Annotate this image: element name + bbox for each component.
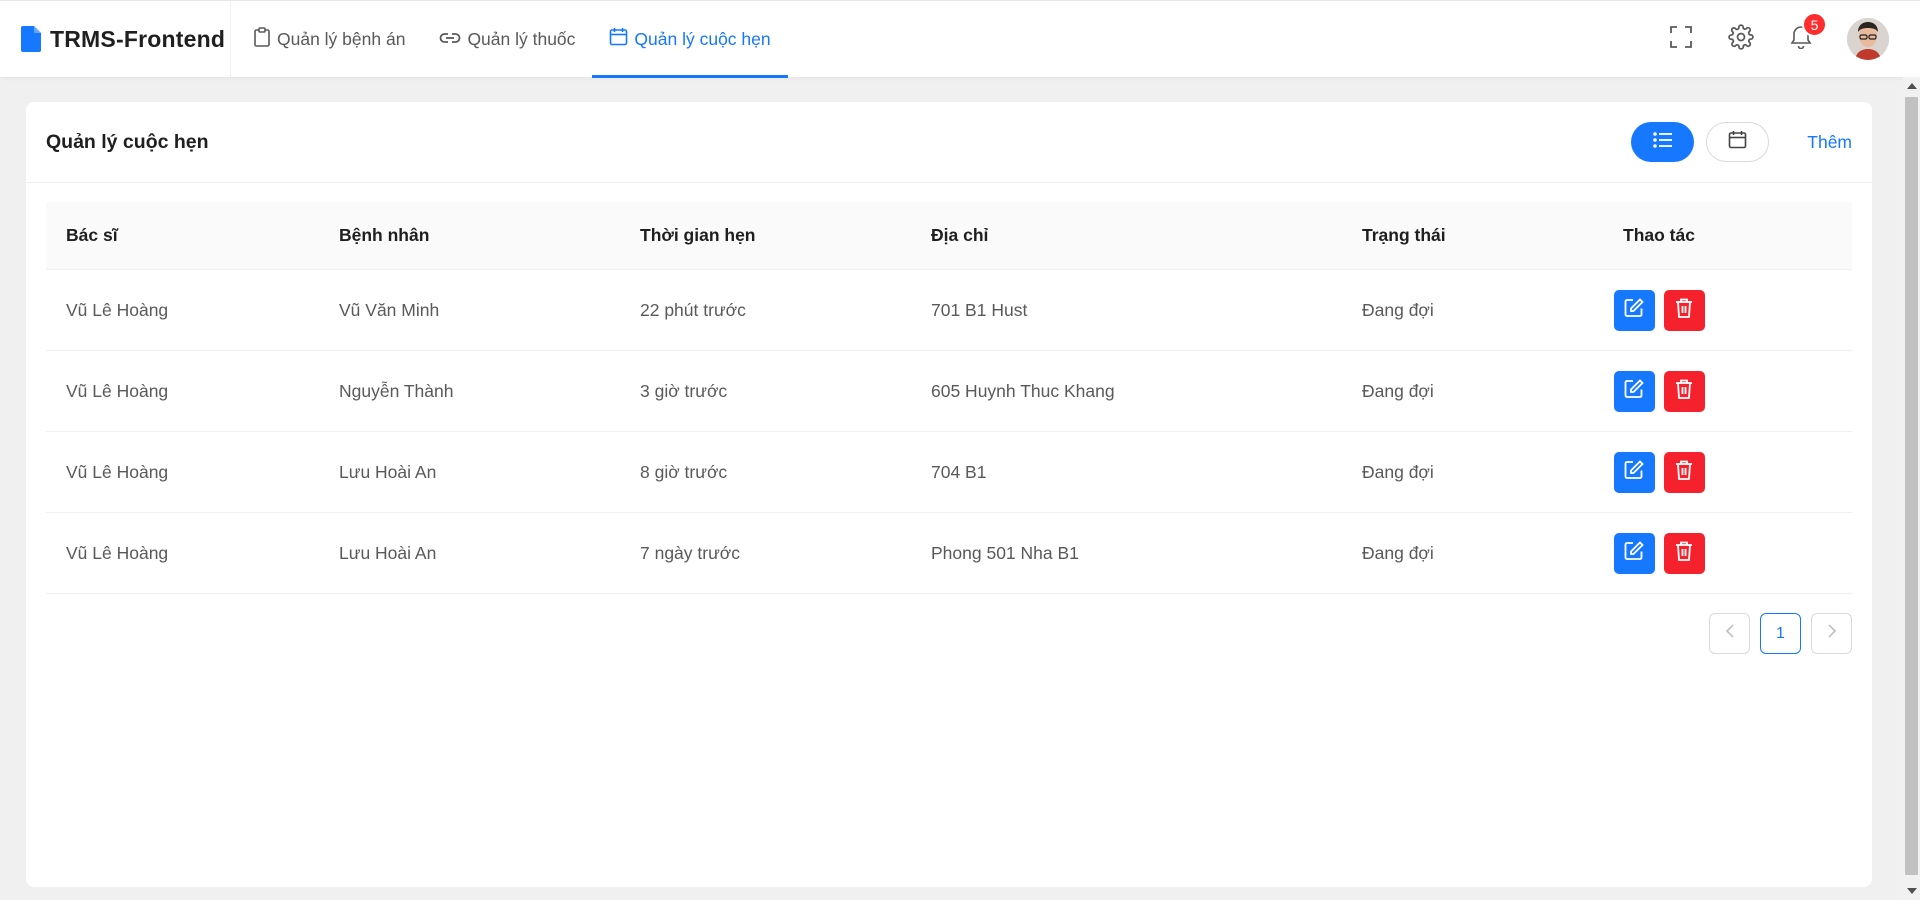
cell-address: 605 Huynh Thuc Khang [931,380,1115,401]
column-header-appointment-time[interactable]: Thời gian hẹn [620,225,911,246]
row-actions [1564,451,1754,493]
cell-time: 8 giờ trước [640,461,728,482]
list-view-button[interactable] [1631,122,1695,162]
cell-patient: Lưu Hoài An [339,461,437,482]
add-appointment-link[interactable]: Thêm [1807,132,1852,153]
trash-icon [1674,297,1694,324]
edit-button[interactable] [1613,451,1655,493]
calendar-view-button[interactable] [1706,122,1770,162]
pagination: 1 [1709,613,1852,654]
top-header: TRMS-Frontend Quản lý bệnh án Quản lý th… [0,0,1920,78]
card-header: Quản lý cuộc hẹn Thêm [26,102,1872,183]
header-actions: 5 [1641,1,1920,77]
edit-icon [1623,540,1645,567]
scroll-up-arrow-icon[interactable] [1907,83,1917,89]
trash-icon [1674,540,1694,567]
next-page-button[interactable] [1811,613,1852,654]
brand[interactable]: TRMS-Frontend [0,1,231,77]
column-header-doctor[interactable]: Bác sĩ [46,225,319,246]
cell-address: 704 B1 [931,461,987,482]
fullscreen-button[interactable] [1661,19,1701,59]
nav-item-label: Quản lý thuốc [467,28,576,49]
prev-page-button[interactable] [1709,613,1750,654]
calendar-icon [1728,130,1747,154]
cell-address: Phong 501 Nha B1 [931,542,1079,563]
cell-doctor: Vũ Lê Hoàng [66,542,169,563]
settings-button[interactable] [1721,19,1761,59]
chevron-right-icon [1827,624,1837,643]
edit-button[interactable] [1613,532,1655,574]
scrollbar-thumb[interactable] [1905,97,1918,875]
clipboard-icon [253,26,277,52]
delete-button[interactable] [1663,532,1705,574]
row-actions [1564,370,1754,412]
nav-item-label: Quản lý bệnh án [277,28,406,49]
cell-time: 22 phút trước [640,299,746,320]
row-actions [1564,289,1754,331]
column-header-patient[interactable]: Bệnh nhân [319,225,620,246]
cell-patient: Vũ Văn Minh [339,299,440,320]
app-title: TRMS-Frontend [50,25,226,52]
scroll-down-arrow-icon[interactable] [1907,888,1917,894]
cell-time: 3 giờ trước [640,380,728,401]
notification-badge: 5 [1802,12,1827,37]
nav-item-medicine[interactable]: Quản lý thuốc [422,1,592,77]
row-actions [1564,532,1754,574]
edit-button[interactable] [1613,289,1655,331]
appointments-card: Quản lý cuộc hẹn Thêm Bác sĩ Bệnh nhân T… [26,102,1872,887]
delete-button[interactable] [1663,370,1705,412]
column-header-address[interactable]: Địa chỉ [911,225,1342,246]
nav-item-medical-records[interactable]: Quản lý bệnh án [236,1,422,77]
gear-icon [1728,23,1754,55]
list-icon [1652,131,1673,153]
appointments-table: Bác sĩ Bệnh nhân Thời gian hẹn Địa chỉ T… [46,202,1852,594]
notifications-button[interactable]: 5 [1781,12,1827,59]
cell-time: 7 ngày trước [640,542,741,563]
cell-status: Đang đợi [1362,461,1434,482]
cell-patient: Lưu Hoài An [339,542,437,563]
trash-icon [1674,378,1694,405]
nav-item-label: Quản lý cuộc hẹn [634,28,771,49]
file-icon [21,26,41,52]
nav-item-appointments[interactable]: Quản lý cuộc hẹn [592,1,788,78]
cell-doctor: Vũ Lê Hoàng [66,461,169,482]
edit-icon [1623,378,1645,405]
table-row[interactable]: Vũ Lê Hoàng Lưu Hoài An 8 giờ trước 704 … [46,432,1852,513]
fullscreen-icon [1670,25,1692,53]
delete-button[interactable] [1663,451,1705,493]
chevron-left-icon [1725,624,1735,643]
view-toggle-group: Thêm [1631,122,1852,162]
cell-address: 701 B1 Hust [931,299,1028,320]
page-number-button[interactable]: 1 [1760,613,1801,654]
cell-doctor: Vũ Lê Hoàng [66,380,169,401]
table-header: Bác sĩ Bệnh nhân Thời gian hẹn Địa chỉ T… [46,202,1852,270]
cell-status: Đang đợi [1362,542,1434,563]
link-icon [439,29,467,50]
cell-status: Đang đợi [1362,380,1434,401]
trash-icon [1674,459,1694,486]
page-title: Quản lý cuộc hẹn [46,130,209,153]
user-avatar[interactable] [1847,18,1889,60]
cell-patient: Nguyễn Thành [339,380,454,401]
edit-icon [1623,297,1645,324]
cell-status: Đang đợi [1362,299,1434,320]
table-row[interactable]: Vũ Lê Hoàng Vũ Văn Minh 22 phút trước 70… [46,270,1852,351]
cell-doctor: Vũ Lê Hoàng [66,299,169,320]
delete-button[interactable] [1663,289,1705,331]
calendar-icon [609,27,634,51]
column-header-status[interactable]: Trạng thái [1342,225,1564,246]
main-nav: Quản lý bệnh án Quản lý thuốc Quản lý cu… [231,1,788,78]
page-scrollbar[interactable] [1903,77,1920,900]
column-header-actions: Thao tác [1623,225,1695,245]
table-row[interactable]: Vũ Lê Hoàng Lưu Hoài An 7 ngày trước Pho… [46,513,1852,594]
edit-icon [1623,459,1645,486]
edit-button[interactable] [1613,370,1655,412]
table-row[interactable]: Vũ Lê Hoàng Nguyễn Thành 3 giờ trước 605… [46,351,1852,432]
